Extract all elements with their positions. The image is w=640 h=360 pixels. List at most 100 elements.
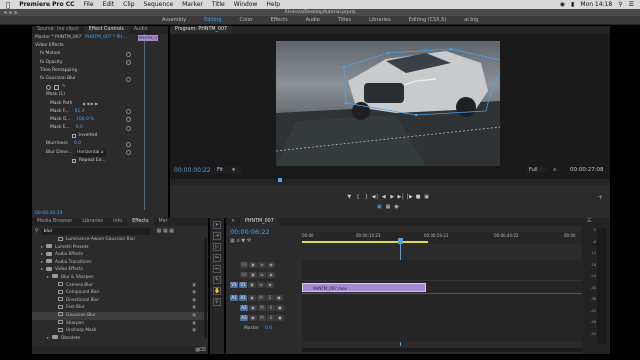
ec-row-mask[interactable]: Mask (1) bbox=[32, 91, 168, 99]
track-target[interactable]: V3 bbox=[240, 262, 248, 268]
mute-button[interactable]: M bbox=[258, 315, 266, 321]
menu-app[interactable]: Premiere Pro CC bbox=[19, 1, 74, 8]
reset-icon[interactable] bbox=[126, 51, 131, 57]
tab-markers[interactable]: Mar bbox=[154, 218, 173, 226]
play-icon[interactable]: ▶ bbox=[389, 194, 396, 200]
track-target[interactable]: A1 bbox=[239, 295, 247, 301]
track-lanes[interactable]: PHNTM_007.mov bbox=[302, 260, 582, 342]
tab-program[interactable]: Program: PHNTM_007 bbox=[170, 26, 233, 34]
step-back-frame-icon[interactable]: ◀ bbox=[380, 194, 387, 200]
tab-effect-controls[interactable]: Effect Controls bbox=[83, 26, 129, 34]
reset-icon[interactable] bbox=[126, 117, 131, 123]
menu-clip[interactable]: Clip bbox=[123, 1, 134, 8]
reset-icon[interactable] bbox=[126, 109, 131, 115]
ellipse-mask-icon[interactable] bbox=[46, 84, 51, 90]
razor-tool-icon[interactable]: ✂ bbox=[213, 254, 221, 262]
sync-icon[interactable]: ⇆ bbox=[257, 282, 265, 288]
video-frame[interactable] bbox=[276, 41, 500, 166]
blur-dimensions-select[interactable]: Horizontal a bbox=[74, 148, 106, 157]
ec-row-inverted[interactable]: Inverted bbox=[32, 132, 168, 140]
workspace-assembly[interactable]: Assembly bbox=[160, 17, 188, 23]
lock-icon[interactable]: ▣ bbox=[249, 272, 257, 278]
tab-audio-mixer[interactable]: Audio bbox=[129, 26, 153, 34]
mark-out-icon[interactable]: { bbox=[354, 194, 361, 200]
chevron-down-icon[interactable]: ▼ bbox=[232, 167, 235, 172]
mark-in-icon[interactable]: ▼ bbox=[346, 194, 353, 200]
effects-tree-item[interactable]: Fast Blur ▣ bbox=[32, 304, 208, 312]
clock[interactable]: Mon 14:18 bbox=[580, 1, 612, 8]
step-forward-frame-icon[interactable]: ▶│ bbox=[397, 194, 404, 200]
tab-effects[interactable]: Effects bbox=[127, 218, 154, 226]
workspace-editing[interactable]: Editing bbox=[202, 17, 223, 23]
lock-icon[interactable]: ▣ bbox=[248, 295, 256, 301]
lock-icon[interactable]: ▣ bbox=[249, 262, 257, 268]
close-icon[interactable] bbox=[4, 11, 7, 14]
timeline-scrollbar[interactable] bbox=[302, 348, 582, 352]
selection-tool-icon[interactable]: ➤ bbox=[213, 221, 221, 229]
effects-tree-item[interactable]: Sharpen ▣ bbox=[32, 320, 208, 328]
go-to-in-icon[interactable]: } bbox=[363, 194, 370, 200]
track-target[interactable]: A3 bbox=[240, 315, 248, 321]
mute-button[interactable]: M bbox=[258, 305, 266, 311]
solo-button[interactable]: S bbox=[267, 305, 275, 311]
ec-clip-marker[interactable]: PHNTM_0 bbox=[138, 35, 158, 41]
camera-icon[interactable]: ◉ bbox=[393, 204, 400, 210]
work-area-bar[interactable] bbox=[302, 241, 428, 243]
trash-icon[interactable]: ⌫ bbox=[199, 347, 206, 353]
tab-sequence[interactable]: PHNTM_007 bbox=[240, 218, 279, 226]
mask-vertex[interactable] bbox=[344, 101, 348, 105]
reset-icon[interactable] bbox=[126, 60, 131, 66]
program-playhead[interactable] bbox=[278, 178, 282, 182]
track-target[interactable]: A2 bbox=[240, 305, 248, 311]
source-patch[interactable]: A1 bbox=[230, 295, 238, 301]
workspace-libraries[interactable]: Libraries bbox=[367, 17, 393, 23]
ec-row-motion[interactable]: fx Motion bbox=[32, 50, 168, 58]
pen-tool-icon[interactable]: ✎ bbox=[213, 276, 221, 284]
lock-icon[interactable]: ▣ bbox=[249, 315, 257, 321]
snap-icon[interactable]: ▦ bbox=[230, 238, 235, 244]
effects-search-input[interactable]: blur bbox=[40, 227, 151, 235]
track-target[interactable]: V1 bbox=[239, 282, 247, 288]
list-icon[interactable]: ☰ bbox=[629, 1, 634, 8]
eye-icon[interactable]: ◉ bbox=[267, 272, 275, 278]
ec-row-blur-dimensions[interactable]: Blur Dime... Horizontal a bbox=[32, 148, 168, 157]
mic-icon[interactable]: ● bbox=[276, 305, 284, 311]
timeline-playhead-handle[interactable] bbox=[398, 238, 403, 244]
ec-timecode[interactable]: 00:00:06:19 bbox=[35, 211, 62, 216]
inverted-checkbox[interactable] bbox=[72, 134, 76, 139]
mask-track-icons[interactable]: ◀ ◀ ▶ ▶ bbox=[82, 100, 98, 108]
menu-help[interactable]: Help bbox=[266, 1, 280, 8]
mask-vertex[interactable] bbox=[414, 113, 418, 117]
export-frame-icon[interactable]: ▣ bbox=[376, 204, 383, 210]
minimize-icon[interactable] bbox=[9, 11, 12, 14]
menu-marker[interactable]: Marker bbox=[182, 1, 203, 8]
overlay-icon[interactable]: ▦ bbox=[385, 204, 392, 210]
effects-tree-item[interactable]: Directional Blur ▣ bbox=[32, 297, 208, 305]
workspace-al-big[interactable]: al big bbox=[462, 17, 480, 23]
reset-icon[interactable] bbox=[126, 76, 131, 82]
wrench-icon[interactable]: ⚒ bbox=[247, 238, 251, 244]
menu-title[interactable]: Title bbox=[212, 1, 225, 8]
ec-row-mask-path[interactable]: Mask Path ◀ ◀ ▶ ▶ bbox=[32, 100, 168, 108]
effects-tree-item[interactable]: Unsharp Mask ▣ bbox=[32, 327, 208, 335]
ec-row-opacity[interactable]: fx Opacity bbox=[32, 59, 168, 67]
apple-icon[interactable]:  bbox=[6, 1, 10, 9]
effects-tree-item[interactable]: Luminance-Aware Gaussian Blur bbox=[32, 236, 208, 244]
close-icon[interactable]: × bbox=[226, 218, 240, 226]
solo-button[interactable]: S bbox=[266, 295, 274, 301]
menu-window[interactable]: Window bbox=[234, 1, 258, 8]
workspace-titles[interactable]: Titles bbox=[336, 17, 353, 23]
effects-tree-item[interactable]: ▸ Audio Transitions bbox=[32, 259, 208, 267]
program-timecode[interactable]: 00:00:00:22 bbox=[174, 167, 211, 174]
video-clip[interactable]: PHNTM_007.mov bbox=[302, 283, 426, 292]
ec-row-repeat-edge[interactable]: Repeat Ed... bbox=[32, 157, 168, 165]
linked-selection-icon[interactable]: ☌ bbox=[236, 238, 239, 244]
audio-meter-tab[interactable]: ☰ bbox=[582, 218, 596, 226]
menu-edit[interactable]: Edit bbox=[103, 1, 115, 8]
program-time-ruler[interactable] bbox=[170, 179, 610, 185]
mask-vertex[interactable] bbox=[342, 65, 346, 69]
ec-row-blurriness[interactable]: Blurriness 0.0 bbox=[32, 140, 168, 148]
effects-tree-item[interactable]: ▸ Video Effects bbox=[32, 266, 208, 274]
menu-sequence[interactable]: Sequence bbox=[144, 1, 174, 8]
timeline-timecode[interactable]: 00:00:06:22 bbox=[230, 228, 270, 236]
